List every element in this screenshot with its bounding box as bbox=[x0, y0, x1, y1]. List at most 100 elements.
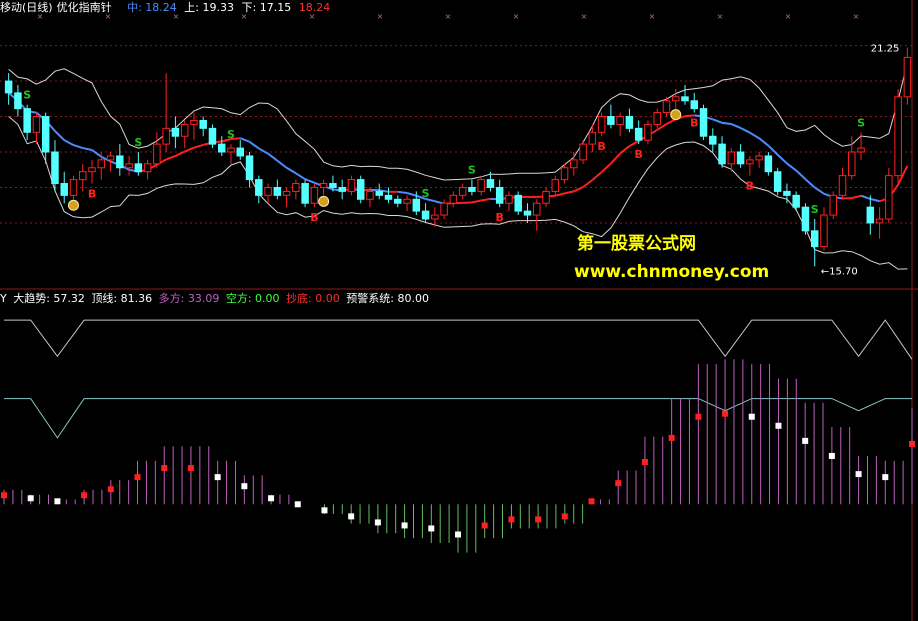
trend-block bbox=[455, 531, 461, 538]
candle-body bbox=[384, 194, 393, 200]
candle-body bbox=[403, 198, 411, 204]
legend-trend: 大趋势: 57.32 bbox=[13, 292, 85, 305]
candle bbox=[273, 179, 282, 200]
mid-line-segment bbox=[749, 131, 760, 140]
mid-line-segment bbox=[397, 190, 408, 194]
candle bbox=[579, 140, 587, 164]
candle-body bbox=[116, 155, 124, 169]
mid-line-segment bbox=[286, 166, 297, 175]
mid-line-segment bbox=[480, 197, 491, 202]
candle-body bbox=[514, 194, 522, 212]
candle bbox=[217, 136, 226, 156]
candle bbox=[699, 104, 708, 141]
trend-block bbox=[481, 522, 488, 529]
candle-body bbox=[681, 96, 689, 102]
candle bbox=[625, 108, 634, 133]
candle-body bbox=[718, 143, 726, 165]
candle-body bbox=[51, 151, 59, 185]
candle bbox=[644, 120, 652, 145]
candle bbox=[885, 167, 893, 223]
trend-block bbox=[161, 465, 168, 472]
trend-block bbox=[348, 513, 355, 520]
trend-block bbox=[615, 480, 622, 487]
mid-line-segment bbox=[555, 192, 565, 197]
mid-line-segment bbox=[63, 139, 74, 146]
mid-line-segment bbox=[730, 123, 741, 129]
candle-body bbox=[894, 96, 902, 177]
candle-body bbox=[801, 206, 810, 232]
candle bbox=[838, 167, 847, 200]
trend-block bbox=[855, 471, 862, 478]
candle-body bbox=[366, 190, 374, 200]
candles bbox=[4, 47, 912, 267]
candle bbox=[60, 171, 68, 204]
candle bbox=[245, 152, 254, 188]
candle-body bbox=[533, 202, 541, 216]
candle-body bbox=[88, 167, 96, 173]
mid-line-segment bbox=[295, 172, 306, 181]
candle-body bbox=[319, 183, 328, 188]
candle bbox=[88, 159, 96, 184]
trend-block bbox=[214, 474, 221, 481]
top-marker: × bbox=[581, 12, 588, 21]
candle bbox=[375, 183, 383, 200]
candle-body bbox=[375, 190, 383, 196]
candle bbox=[4, 73, 13, 105]
mid-line-segment bbox=[471, 199, 482, 204]
candle-body bbox=[820, 214, 828, 248]
candle bbox=[634, 120, 643, 145]
candle-body bbox=[560, 167, 569, 181]
mid-line-segment bbox=[91, 149, 102, 158]
buy-signal: B bbox=[634, 148, 642, 161]
candle bbox=[153, 132, 161, 168]
money-bag-icon bbox=[67, 199, 79, 211]
candle-body bbox=[903, 56, 912, 98]
candle-body bbox=[32, 116, 41, 133]
mid-line-segment bbox=[795, 169, 807, 180]
trend-block bbox=[775, 422, 782, 429]
candle bbox=[755, 152, 763, 168]
candle-body bbox=[848, 151, 856, 177]
candle-body bbox=[709, 135, 717, 145]
upper-band-line bbox=[8, 62, 908, 181]
mid-line-segment bbox=[600, 162, 612, 173]
candle-body bbox=[338, 186, 346, 192]
buy-signal: B bbox=[597, 140, 605, 153]
trend-block bbox=[294, 501, 301, 508]
mid-line-segment bbox=[804, 178, 816, 189]
price-labels: 21.25 ←15.70 bbox=[821, 44, 900, 278]
mid-line-segment bbox=[758, 137, 770, 147]
candle bbox=[746, 155, 754, 176]
candle bbox=[653, 108, 661, 129]
candle bbox=[829, 191, 837, 219]
candle bbox=[134, 152, 143, 176]
trend-block bbox=[535, 516, 542, 523]
candle-body bbox=[662, 100, 671, 114]
trend-block bbox=[81, 492, 88, 499]
candle bbox=[773, 167, 782, 196]
candle bbox=[468, 179, 476, 196]
candle bbox=[282, 187, 291, 208]
candle-body bbox=[570, 159, 578, 169]
buy-signal: B bbox=[690, 117, 698, 130]
candle-body bbox=[838, 175, 847, 196]
top-marker: × bbox=[37, 12, 44, 21]
candle-body bbox=[292, 183, 300, 192]
legend-bear: 空方: 0.00 bbox=[225, 292, 280, 305]
candle bbox=[338, 179, 346, 200]
candle-body bbox=[616, 116, 624, 125]
candle-body bbox=[773, 171, 782, 192]
candle bbox=[458, 183, 467, 200]
candle bbox=[384, 187, 393, 204]
candle bbox=[792, 191, 800, 212]
candle bbox=[356, 175, 365, 204]
candle-body bbox=[329, 183, 337, 188]
candle-body bbox=[551, 179, 560, 192]
candle-body bbox=[783, 190, 791, 196]
indicator-legend: Y 大趋势: 57.32 顶线: 81.36 多方: 33.09 空方: 0.0… bbox=[0, 292, 432, 306]
trend-block bbox=[428, 525, 435, 532]
top-marker: × bbox=[649, 12, 656, 21]
candle bbox=[301, 179, 309, 208]
candle bbox=[116, 144, 124, 176]
mid-line-segment bbox=[610, 152, 621, 165]
